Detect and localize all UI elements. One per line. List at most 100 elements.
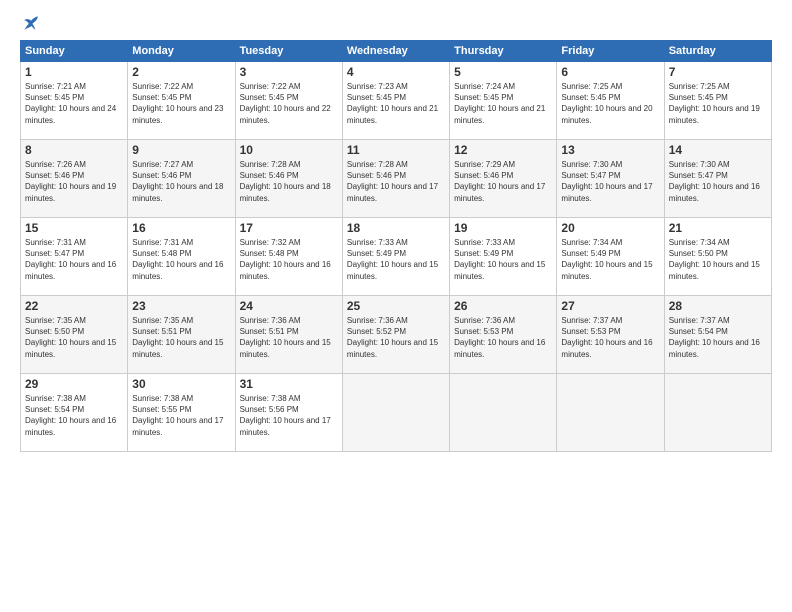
calendar-cell: 22Sunrise: 7:35 AMSunset: 5:50 PMDayligh… [21,296,128,374]
day-info: Sunrise: 7:30 AMSunset: 5:47 PMDaylight:… [561,159,659,204]
calendar-cell: 5Sunrise: 7:24 AMSunset: 5:45 PMDaylight… [450,62,557,140]
calendar-week-row: 1 Sunrise: 7:21 AMSunset: 5:45 PMDaylight… [21,62,772,140]
day-number: 9 [132,143,230,157]
calendar-cell: 3 Sunrise: 7:22 AMSunset: 5:45 PMDaylight… [235,62,342,140]
calendar-header-thursday: Thursday [450,41,557,62]
day-info: Sunrise: 7:28 AMSunset: 5:46 PMDaylight:… [347,159,445,204]
day-number: 27 [561,299,659,313]
calendar-cell: 30 Sunrise: 7:38 AMSunset: 5:55 PMDayligh… [128,374,235,452]
day-info: Sunrise: 7:38 AMSunset: 5:56 PMDaylight:… [240,393,338,438]
calendar-cell: 29 Sunrise: 7:38 AMSunset: 5:54 PMDayligh… [21,374,128,452]
day-info: Sunrise: 7:25 AMSunset: 5:45 PMDaylight:… [669,81,767,126]
calendar-cell: 12Sunrise: 7:29 AMSunset: 5:46 PMDayligh… [450,140,557,218]
calendar-week-row: 29 Sunrise: 7:38 AMSunset: 5:54 PMDayligh… [21,374,772,452]
day-number: 30 [132,377,230,391]
day-number: 15 [25,221,123,235]
calendar-cell: 31 Sunrise: 7:38 AMSunset: 5:56 PMDayligh… [235,374,342,452]
day-number: 19 [454,221,552,235]
day-number: 17 [240,221,338,235]
day-number: 16 [132,221,230,235]
day-info: Sunrise: 7:36 AMSunset: 5:52 PMDaylight:… [347,315,445,360]
day-info: Sunrise: 7:28 AMSunset: 5:46 PMDaylight:… [240,159,338,204]
day-number: 10 [240,143,338,157]
calendar-cell: 20 Sunrise: 7:34 AMSunset: 5:49 PMDayligh… [557,218,664,296]
calendar-cell: 19 Sunrise: 7:33 AMSunset: 5:49 PMDayligh… [450,218,557,296]
day-number: 28 [669,299,767,313]
day-info: Sunrise: 7:37 AMSunset: 5:53 PMDaylight:… [561,315,659,360]
header [20,18,772,32]
day-info: Sunrise: 7:23 AMSunset: 5:45 PMDaylight:… [347,81,445,126]
logo [20,18,40,32]
calendar-week-row: 15 Sunrise: 7:31 AMSunset: 5:47 PMDayligh… [21,218,772,296]
day-number: 29 [25,377,123,391]
day-number: 7 [669,65,767,79]
day-info: Sunrise: 7:22 AMSunset: 5:45 PMDaylight:… [240,81,338,126]
day-info: Sunrise: 7:36 AMSunset: 5:53 PMDaylight:… [454,315,552,360]
calendar-cell: 11 Sunrise: 7:28 AMSunset: 5:46 PMDayligh… [342,140,449,218]
day-number: 26 [454,299,552,313]
day-info: Sunrise: 7:38 AMSunset: 5:54 PMDaylight:… [25,393,123,438]
calendar-header-monday: Monday [128,41,235,62]
day-info: Sunrise: 7:22 AMSunset: 5:45 PMDaylight:… [132,81,230,126]
day-number: 21 [669,221,767,235]
day-number: 4 [347,65,445,79]
calendar-cell: 13 Sunrise: 7:30 AMSunset: 5:47 PMDayligh… [557,140,664,218]
calendar-cell: 15 Sunrise: 7:31 AMSunset: 5:47 PMDayligh… [21,218,128,296]
day-number: 22 [25,299,123,313]
calendar-header-saturday: Saturday [664,41,771,62]
calendar-cell [557,374,664,452]
calendar-cell [450,374,557,452]
calendar-week-row: 8Sunrise: 7:26 AMSunset: 5:46 PMDaylight… [21,140,772,218]
day-number: 18 [347,221,445,235]
day-info: Sunrise: 7:35 AMSunset: 5:51 PMDaylight:… [132,315,230,360]
calendar-cell: 24 Sunrise: 7:36 AMSunset: 5:51 PMDayligh… [235,296,342,374]
calendar-cell: 25 Sunrise: 7:36 AMSunset: 5:52 PMDayligh… [342,296,449,374]
day-info: Sunrise: 7:33 AMSunset: 5:49 PMDaylight:… [454,237,552,282]
calendar-cell: 28 Sunrise: 7:37 AMSunset: 5:54 PMDayligh… [664,296,771,374]
day-number: 11 [347,143,445,157]
day-info: Sunrise: 7:38 AMSunset: 5:55 PMDaylight:… [132,393,230,438]
calendar-cell: 26 Sunrise: 7:36 AMSunset: 5:53 PMDayligh… [450,296,557,374]
calendar-table: SundayMondayTuesdayWednesdayThursdayFrid… [20,40,772,452]
calendar-cell: 8Sunrise: 7:26 AMSunset: 5:46 PMDaylight… [21,140,128,218]
day-info: Sunrise: 7:31 AMSunset: 5:48 PMDaylight:… [132,237,230,282]
day-number: 13 [561,143,659,157]
calendar-header-wednesday: Wednesday [342,41,449,62]
calendar-cell: 4 Sunrise: 7:23 AMSunset: 5:45 PMDaylight… [342,62,449,140]
day-info: Sunrise: 7:27 AMSunset: 5:46 PMDaylight:… [132,159,230,204]
day-info: Sunrise: 7:25 AMSunset: 5:45 PMDaylight:… [561,81,659,126]
calendar-cell: 23Sunrise: 7:35 AMSunset: 5:51 PMDayligh… [128,296,235,374]
calendar-cell: 18 Sunrise: 7:33 AMSunset: 5:49 PMDayligh… [342,218,449,296]
day-info: Sunrise: 7:34 AMSunset: 5:49 PMDaylight:… [561,237,659,282]
day-number: 14 [669,143,767,157]
day-info: Sunrise: 7:31 AMSunset: 5:47 PMDaylight:… [25,237,123,282]
calendar-cell: 17 Sunrise: 7:32 AMSunset: 5:48 PMDayligh… [235,218,342,296]
day-number: 20 [561,221,659,235]
calendar-cell [664,374,771,452]
day-info: Sunrise: 7:36 AMSunset: 5:51 PMDaylight:… [240,315,338,360]
day-number: 5 [454,65,552,79]
day-number: 24 [240,299,338,313]
day-info: Sunrise: 7:21 AMSunset: 5:45 PMDaylight:… [25,81,123,126]
day-info: Sunrise: 7:37 AMSunset: 5:54 PMDaylight:… [669,315,767,360]
day-info: Sunrise: 7:30 AMSunset: 5:47 PMDaylight:… [669,159,767,204]
day-info: Sunrise: 7:32 AMSunset: 5:48 PMDaylight:… [240,237,338,282]
day-number: 3 [240,65,338,79]
day-info: Sunrise: 7:33 AMSunset: 5:49 PMDaylight:… [347,237,445,282]
day-info: Sunrise: 7:29 AMSunset: 5:46 PMDaylight:… [454,159,552,204]
day-number: 2 [132,65,230,79]
calendar-cell: 16 Sunrise: 7:31 AMSunset: 5:48 PMDayligh… [128,218,235,296]
day-number: 25 [347,299,445,313]
calendar-cell: 27 Sunrise: 7:37 AMSunset: 5:53 PMDayligh… [557,296,664,374]
day-number: 31 [240,377,338,391]
calendar-cell: 21 Sunrise: 7:34 AMSunset: 5:50 PMDayligh… [664,218,771,296]
day-number: 8 [25,143,123,157]
logo-bird-icon [22,14,40,32]
calendar-cell: 2 Sunrise: 7:22 AMSunset: 5:45 PMDaylight… [128,62,235,140]
calendar-header-friday: Friday [557,41,664,62]
calendar-cell: 14 Sunrise: 7:30 AMSunset: 5:47 PMDayligh… [664,140,771,218]
calendar-header-tuesday: Tuesday [235,41,342,62]
day-info: Sunrise: 7:34 AMSunset: 5:50 PMDaylight:… [669,237,767,282]
day-number: 1 [25,65,123,79]
calendar-cell: 1 Sunrise: 7:21 AMSunset: 5:45 PMDaylight… [21,62,128,140]
